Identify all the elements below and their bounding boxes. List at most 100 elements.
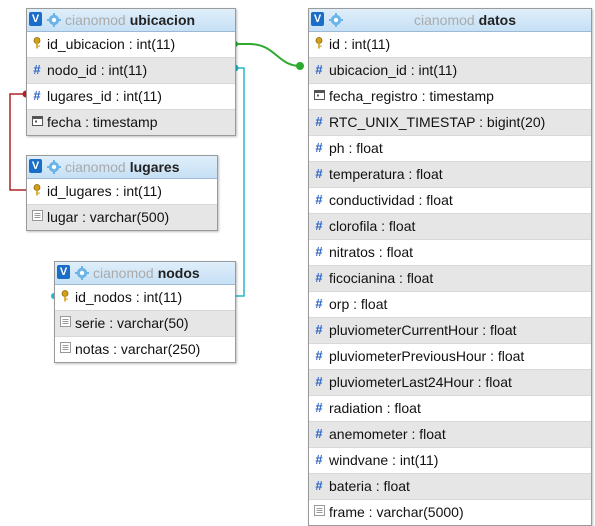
text-icon bbox=[59, 342, 71, 356]
column-label: nodo_id : int(11) bbox=[47, 62, 148, 78]
calendar-icon bbox=[313, 89, 325, 103]
column-row[interactable]: # pluviometerPreviousHour : float bbox=[309, 344, 591, 370]
toggle-columns-button[interactable]: V bbox=[311, 12, 324, 26]
column-row[interactable]: # orp : float bbox=[309, 292, 591, 318]
hash-icon: # bbox=[315, 322, 323, 337]
column-label: ph : float bbox=[329, 140, 383, 156]
column-label: pluviometerCurrentHour : float bbox=[329, 322, 517, 338]
column-row[interactable]: fecha_registro : timestamp bbox=[309, 84, 591, 110]
column-row[interactable]: # radiation : float bbox=[309, 396, 591, 422]
relation-line-ubicacion-datos bbox=[234, 43, 301, 67]
gear-icon[interactable] bbox=[329, 13, 343, 27]
toggle-columns-button[interactable]: V bbox=[29, 159, 42, 173]
table-header-datos[interactable]: V cianomod datos bbox=[309, 9, 591, 32]
column-label: pluviometerPreviousHour : float bbox=[329, 348, 525, 364]
gear-icon[interactable] bbox=[47, 13, 61, 27]
hash-icon: # bbox=[315, 348, 323, 363]
column-label: ubicacion_id : int(11) bbox=[329, 62, 458, 78]
column-label: bateria : float bbox=[329, 478, 410, 494]
text-icon bbox=[31, 210, 43, 224]
column-label: temperatura : float bbox=[329, 166, 443, 182]
hash-icon: # bbox=[315, 244, 323, 259]
table-header-ubicacion[interactable]: V cianomod ubicacion bbox=[27, 9, 235, 32]
column-row[interactable]: serie : varchar(50) bbox=[55, 311, 235, 337]
key-icon bbox=[59, 290, 71, 304]
hash-icon: # bbox=[33, 88, 41, 103]
relation-designer-canvas: V cianomod ubicacion id_ubicacion : int(1… bbox=[0, 0, 595, 526]
table-title: cianomod lugares bbox=[65, 159, 180, 175]
column-label: id_ubicacion : int(11) bbox=[47, 36, 176, 52]
column-row[interactable]: id : int(11) bbox=[309, 32, 591, 58]
column-list: id_nodos : int(11) serie : varchar(50) not… bbox=[55, 285, 235, 362]
table-header-lugares[interactable]: V cianomod lugares bbox=[27, 156, 217, 179]
column-row[interactable]: # bateria : float bbox=[309, 474, 591, 500]
hash-icon: # bbox=[315, 140, 323, 155]
column-label: radiation : float bbox=[329, 400, 421, 416]
key-icon bbox=[313, 37, 325, 51]
table-title: cianomod datos bbox=[413, 12, 517, 28]
column-list: id_lugares : int(11) lugar : varchar(500) bbox=[27, 179, 217, 230]
hash-icon: # bbox=[315, 400, 323, 415]
hash-icon: # bbox=[315, 296, 323, 311]
column-row[interactable]: # ficocianina : float bbox=[309, 266, 591, 292]
column-row[interactable]: # nodo_id : int(11) bbox=[27, 58, 235, 84]
column-label: id : int(11) bbox=[329, 36, 391, 52]
column-row[interactable]: # lugares_id : int(11) bbox=[27, 84, 235, 110]
column-label: lugares_id : int(11) bbox=[47, 88, 162, 104]
hash-icon: # bbox=[315, 166, 323, 181]
column-list: id : int(11) # ubicacion_id : int(11) fecha… bbox=[309, 32, 591, 525]
column-label: fecha : timestamp bbox=[47, 114, 158, 130]
table-title: cianomod ubicacion bbox=[65, 12, 196, 28]
hash-icon: # bbox=[315, 478, 323, 493]
column-row[interactable]: notas : varchar(250) bbox=[55, 337, 235, 362]
column-label: notas : varchar(250) bbox=[75, 341, 201, 357]
hash-icon: # bbox=[315, 192, 323, 207]
column-label: clorofila : float bbox=[329, 218, 416, 234]
relation-endpoint-datos bbox=[296, 62, 304, 70]
table-ubicacion[interactable]: V cianomod ubicacion id_ubicacion : int(1… bbox=[26, 8, 236, 136]
column-row[interactable]: # ubicacion_id : int(11) bbox=[309, 58, 591, 84]
column-row[interactable]: # clorofila : float bbox=[309, 214, 591, 240]
column-label: id_lugares : int(11) bbox=[47, 183, 162, 199]
column-row[interactable]: # pluviometerLast24Hour : float bbox=[309, 370, 591, 396]
column-row[interactable]: id_ubicacion : int(11) bbox=[27, 32, 235, 58]
column-label: pluviometerLast24Hour : float bbox=[329, 374, 512, 390]
column-row[interactable]: fecha : timestamp bbox=[27, 110, 235, 135]
column-row[interactable]: # temperatura : float bbox=[309, 162, 591, 188]
table-datos[interactable]: V cianomod datos id : int(11) # ubicacion_i… bbox=[308, 8, 592, 526]
column-row[interactable]: # RTC_UNIX_TIMESTAP : bigint(20) bbox=[309, 110, 591, 136]
column-row[interactable]: # anemometer : float bbox=[309, 422, 591, 448]
column-label: ficocianina : float bbox=[329, 270, 434, 286]
column-label: frame : varchar(5000) bbox=[329, 504, 464, 520]
column-label: serie : varchar(50) bbox=[75, 315, 189, 331]
column-row[interactable]: id_lugares : int(11) bbox=[27, 179, 217, 205]
gear-icon[interactable] bbox=[47, 160, 61, 174]
column-label: RTC_UNIX_TIMESTAP : bigint(20) bbox=[329, 114, 546, 130]
hash-icon: # bbox=[315, 62, 323, 77]
column-label: conductividad : float bbox=[329, 192, 453, 208]
toggle-columns-button[interactable]: V bbox=[29, 12, 42, 26]
column-row[interactable]: lugar : varchar(500) bbox=[27, 205, 217, 230]
column-row[interactable]: # windvane : int(11) bbox=[309, 448, 591, 474]
hash-icon: # bbox=[315, 218, 323, 233]
toggle-columns-button[interactable]: V bbox=[57, 265, 70, 279]
column-label: lugar : varchar(500) bbox=[47, 209, 170, 225]
table-lugares[interactable]: V cianomod lugares id_lugares : int(11) lu… bbox=[26, 155, 218, 231]
table-nodos[interactable]: V cianomod nodos id_nodos : int(11) serie … bbox=[54, 261, 236, 363]
table-title: cianomod nodos bbox=[93, 265, 200, 281]
hash-icon: # bbox=[315, 374, 323, 389]
column-row[interactable]: # conductividad : float bbox=[309, 188, 591, 214]
column-row[interactable]: # pluviometerCurrentHour : float bbox=[309, 318, 591, 344]
column-label: id_nodos : int(11) bbox=[75, 289, 183, 305]
column-row[interactable]: id_nodos : int(11) bbox=[55, 285, 235, 311]
key-icon bbox=[31, 37, 43, 51]
column-label: nitratos : float bbox=[329, 244, 414, 260]
hash-icon: # bbox=[315, 114, 323, 129]
gear-icon[interactable] bbox=[75, 266, 89, 280]
column-label: windvane : int(11) bbox=[329, 452, 439, 468]
column-row[interactable]: # ph : float bbox=[309, 136, 591, 162]
hash-icon: # bbox=[33, 62, 41, 77]
column-row[interactable]: # nitratos : float bbox=[309, 240, 591, 266]
column-label: anemometer : float bbox=[329, 426, 446, 442]
table-header-nodos[interactable]: V cianomod nodos bbox=[55, 262, 235, 285]
